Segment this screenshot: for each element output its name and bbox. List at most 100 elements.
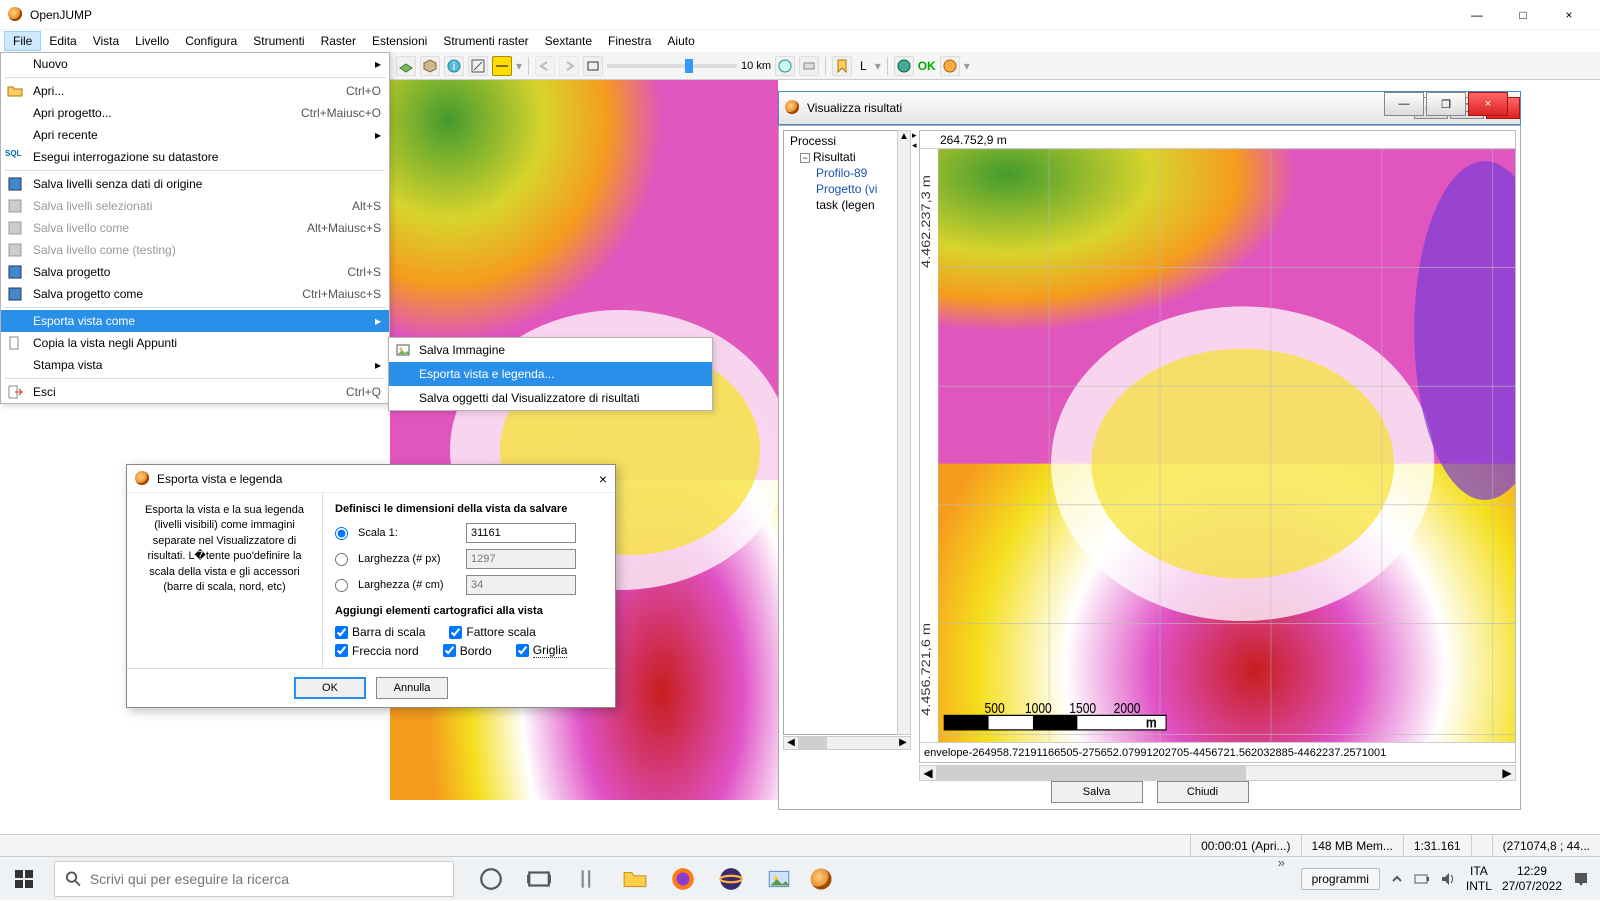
results-footer: Salva Chiudi (779, 779, 1520, 805)
check-griglia[interactable]: Griglia (516, 643, 568, 658)
zoom-slider[interactable] (607, 64, 737, 68)
taskview-icon[interactable] (526, 866, 552, 892)
menu-stampa-vista[interactable]: Stampa vista▸ (1, 354, 389, 376)
dialog-ok-button[interactable]: OK (294, 677, 366, 699)
explorer-icon[interactable] (622, 866, 648, 892)
mdi-close-button[interactable]: × (1468, 92, 1508, 116)
menu-strumenti[interactable]: Strumenti (245, 32, 312, 50)
palette-icon[interactable] (940, 56, 960, 76)
check-bordo[interactable]: Bordo (443, 643, 492, 658)
bookmark-icon[interactable] (832, 56, 852, 76)
taskbar-programmi-button[interactable]: » programmi (1301, 868, 1380, 890)
info-icon[interactable]: i (444, 56, 464, 76)
submenu-salva-oggetti[interactable]: Salva oggetti dal Visualizzatore di risu… (389, 386, 712, 410)
redo-icon[interactable] (559, 56, 579, 76)
menu-nuovo[interactable]: Nuovo▸ (1, 53, 389, 75)
firefox-icon[interactable] (670, 866, 696, 892)
tree-profilo[interactable]: Profilo-89 (786, 165, 908, 181)
tree-vscroll[interactable]: ▲ (897, 130, 911, 735)
layers-icon[interactable] (396, 56, 416, 76)
menu-finestra[interactable]: Finestra (600, 32, 659, 50)
dialog-cancel-button[interactable]: Annulla (376, 677, 448, 699)
taskbar-search-input[interactable] (90, 871, 443, 887)
tree-root[interactable]: Processi (786, 133, 908, 149)
menu-apri-recente[interactable]: Apri recente▸ (1, 124, 389, 146)
check-fattore-scala[interactable]: Fattore scala (449, 625, 535, 639)
results-close-button[interactable]: Chiudi (1157, 781, 1249, 803)
svg-text:500: 500 (985, 700, 1005, 716)
dialog-title: Esporta vista e legenda (157, 472, 282, 486)
splitter-handle[interactable]: ▸ ◂ (912, 130, 918, 750)
menu-file[interactable]: File (4, 31, 41, 51)
titlebar: OpenJUMP — □ × (0, 0, 1600, 30)
submenu-salva-immagine[interactable]: Salva Immagine (389, 338, 712, 362)
clock[interactable]: 12:2927/07/2022 (1502, 864, 1562, 893)
menu-estensioni[interactable]: Estensioni (364, 32, 435, 50)
openjump-task-icon[interactable] (811, 868, 832, 889)
menu-esporta-vista-come[interactable]: Esporta vista come▸ (1, 310, 389, 332)
section-dimensions: Definisci le dimensioni della vista da s… (335, 503, 603, 515)
photos-icon[interactable] (766, 866, 792, 892)
svg-text:m: m (1146, 714, 1157, 730)
chevron-up-icon[interactable] (1390, 872, 1404, 886)
ruler-icon[interactable] (492, 56, 512, 76)
menu-apri[interactable]: Apri...Ctrl+O (1, 80, 389, 102)
extent-icon[interactable] (583, 56, 603, 76)
menu-salva-progetto[interactable]: Salva progettoCtrl+S (1, 261, 389, 283)
world-icon[interactable] (894, 56, 914, 76)
cortana-icon[interactable] (478, 866, 504, 892)
radio-scala[interactable] (335, 527, 348, 540)
menu-raster[interactable]: Raster (313, 32, 364, 50)
volume-icon[interactable] (1440, 871, 1456, 887)
dialog-close-button[interactable]: × (599, 471, 607, 487)
separator (825, 57, 826, 75)
ok-indicator: OK (918, 59, 936, 73)
mini-map[interactable]: 4.462.237,3 m 4.456.721,6 m 500100015002… (920, 149, 1515, 742)
menu-vista[interactable]: Vista (85, 32, 127, 50)
check-barra-scala[interactable]: Barra di scala (335, 625, 425, 639)
menu-livello[interactable]: Livello (127, 32, 177, 50)
taskbar-search[interactable] (54, 861, 454, 897)
tree-results[interactable]: −Risultati (786, 149, 908, 165)
cube-icon[interactable] (420, 56, 440, 76)
section-elements: Aggiungi elementi cartografici alla vist… (335, 605, 603, 617)
results-tree[interactable]: Processi −Risultati Profilo-89 Progetto … (783, 130, 911, 735)
check-freccia-nord[interactable]: Freccia nord (335, 643, 419, 658)
menu-esci[interactable]: EsciCtrl+Q (1, 381, 389, 403)
tree-hscroll[interactable]: ◀▶ (783, 736, 911, 750)
radio-larghezza-px[interactable] (335, 553, 348, 566)
tree-task[interactable]: task (legen (786, 197, 908, 213)
radio-larghezza-cm[interactable] (335, 579, 348, 592)
dialog-titlebar[interactable]: Esporta vista e legenda × (127, 465, 615, 493)
start-button[interactable] (0, 857, 48, 901)
mdi-minimize-button[interactable]: — (1384, 92, 1424, 116)
app-title: OpenJUMP (30, 8, 1454, 22)
menu-salva-progetto-come[interactable]: Salva progetto comeCtrl+Maiusc+S (1, 283, 389, 305)
menu-copia-appunti[interactable]: Copia la vista negli Appunti (1, 332, 389, 354)
window-minimize-button[interactable]: — (1454, 0, 1500, 30)
battery-icon[interactable] (1414, 872, 1430, 886)
print-icon[interactable] (799, 56, 819, 76)
window-maximize-button[interactable]: □ (1500, 0, 1546, 30)
menu-salva-livelli[interactable]: Salva livelli senza dati di origine (1, 173, 389, 195)
menu-aiuto[interactable]: Aiuto (659, 32, 702, 50)
menu-strumenti-raster[interactable]: Strumenti raster (435, 32, 536, 50)
tree-progetto[interactable]: Progetto (vi (786, 181, 908, 197)
submenu-esporta-vista-legenda[interactable]: Esporta vista e legenda... (389, 362, 712, 386)
results-save-button[interactable]: Salva (1051, 781, 1143, 803)
separator (887, 57, 888, 75)
menu-sextante[interactable]: Sextante (537, 32, 600, 50)
menu-apri-progetto[interactable]: Apri progetto...Ctrl+Maiusc+O (1, 102, 389, 124)
menu-edita[interactable]: Edita (41, 32, 84, 50)
input-scala[interactable] (466, 523, 576, 543)
language-indicator[interactable]: ITAINTL (1466, 864, 1492, 893)
undo-icon[interactable] (535, 56, 555, 76)
eclipse-icon[interactable] (718, 866, 744, 892)
window-close-button[interactable]: × (1546, 0, 1592, 30)
notifications-icon[interactable] (1572, 870, 1590, 888)
globe-icon[interactable] (775, 56, 795, 76)
menu-sql-datastore[interactable]: SQLEsegui interrogazione su datastore (1, 146, 389, 168)
mdi-restore-button[interactable]: ❐ (1426, 92, 1466, 116)
menu-configura[interactable]: Configura (177, 32, 245, 50)
edit-icon[interactable] (468, 56, 488, 76)
